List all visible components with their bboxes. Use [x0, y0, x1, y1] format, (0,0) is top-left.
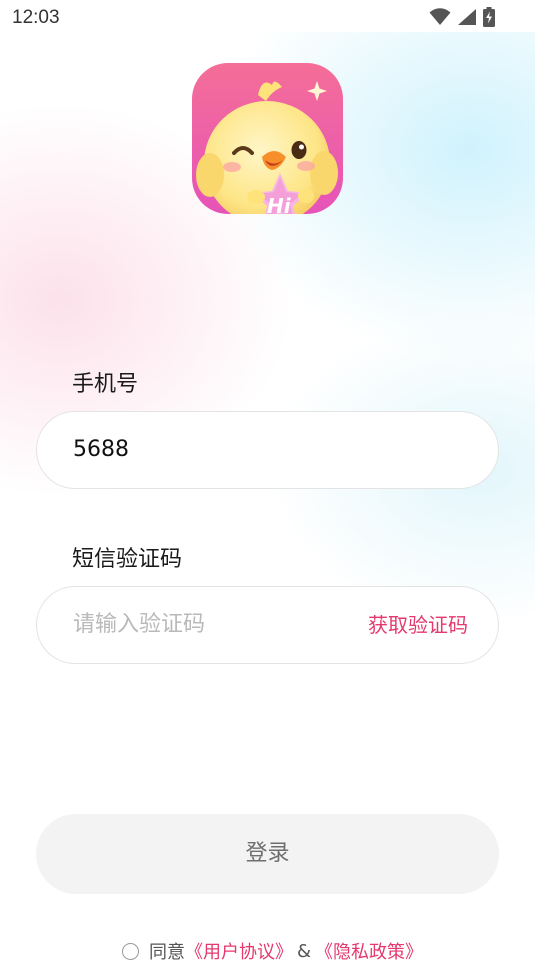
- agreement-checkbox[interactable]: [122, 942, 139, 960]
- phone-input-value[interactable]: 5688: [73, 412, 129, 488]
- wifi-icon: [429, 8, 451, 25]
- sms-code-placeholder[interactable]: 请输入验证码: [73, 587, 205, 663]
- sms-code-label: 短信验证码: [72, 547, 183, 572]
- get-code-button[interactable]: 获取验证码: [368, 587, 468, 663]
- status-bar: 12:03: [0, 0, 535, 32]
- phone-label: 手机号: [72, 372, 139, 397]
- privacy-policy-link[interactable]: 《隐私政策》: [315, 938, 423, 964]
- agreement-row: 同意 《用户协议》 & 《隐私政策》: [122, 938, 423, 964]
- battery-charging-icon: [483, 7, 495, 27]
- signal-icon: [458, 9, 476, 25]
- logo-text: Hi: [267, 194, 292, 214]
- user-agreement-link[interactable]: 《用户协议》: [185, 938, 293, 964]
- status-time: 12:03: [12, 7, 60, 28]
- phone-input[interactable]: 5688: [36, 411, 499, 489]
- status-icons: [429, 7, 495, 27]
- chick-mascot-logo-icon: Hi: [192, 63, 343, 214]
- sms-code-input[interactable]: 请输入验证码 获取验证码: [36, 586, 499, 664]
- agreement-conjunction: &: [297, 940, 312, 962]
- agreement-prefix: 同意: [149, 942, 185, 963]
- login-button[interactable]: 登录: [36, 814, 499, 894]
- app-logo: Hi: [192, 63, 343, 214]
